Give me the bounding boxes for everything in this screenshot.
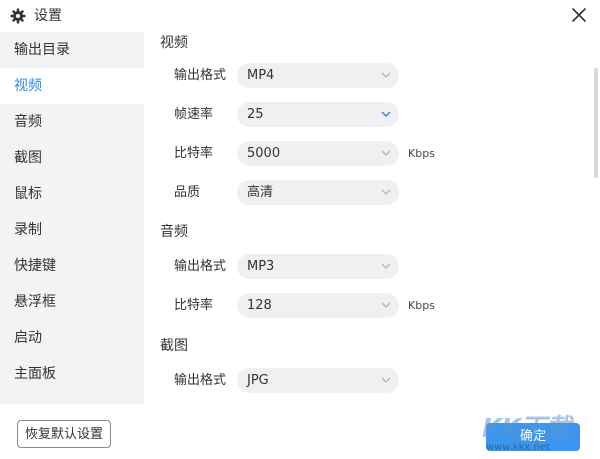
chevron-down-icon — [381, 72, 391, 78]
audio-bitrate-select[interactable]: 128 — [237, 293, 399, 318]
sidebar-item-startup[interactable]: 启动 — [0, 320, 144, 356]
audio-bitrate-value: 128 — [247, 298, 272, 313]
video-fps-value: 25 — [247, 107, 264, 122]
sidebar-item-floating-window[interactable]: 悬浮框 — [0, 284, 144, 320]
chevron-down-icon — [381, 150, 391, 156]
gear-icon — [10, 8, 26, 24]
chevron-down-icon — [381, 302, 391, 308]
video-quality-value: 高清 — [247, 185, 274, 200]
video-format-value: MP4 — [247, 68, 275, 83]
audio-bitrate-unit: Kbps — [408, 299, 435, 312]
close-button[interactable] — [568, 4, 590, 26]
content-scrollbar[interactable] — [594, 68, 598, 178]
settings-content: 视频 输出格式 MP4 帧速率 25 比特率 5000 Kbps 品质 高清 音… — [144, 32, 600, 404]
sidebar-item-audio[interactable]: 音频 — [0, 104, 144, 140]
reset-defaults-button[interactable]: 恢复默认设置 — [17, 420, 111, 448]
video-format-select[interactable]: MP4 — [237, 63, 399, 88]
close-icon — [572, 8, 586, 22]
video-bitrate-select[interactable]: 5000 — [237, 141, 399, 166]
section-title-screenshot: 截图 — [160, 338, 188, 354]
sidebar-item-video[interactable]: 视频 — [0, 68, 144, 104]
sidebar-item-output-dir[interactable]: 输出目录 — [0, 32, 144, 68]
video-bitrate-value: 5000 — [247, 146, 281, 161]
window-title: 设置 — [34, 8, 62, 24]
chevron-down-icon — [381, 189, 391, 195]
sidebar-item-hotkeys[interactable]: 快捷键 — [0, 248, 144, 284]
ok-button[interactable]: 确定 — [486, 423, 580, 451]
chevron-down-icon — [381, 263, 391, 269]
screenshot-format-value: JPG — [247, 373, 269, 388]
video-fps-label: 帧速率 — [174, 107, 214, 122]
dialog-footer: 恢复默认设置 确定 — [0, 404, 600, 459]
chevron-down-icon — [381, 377, 391, 383]
video-quality-label: 品质 — [174, 185, 201, 200]
screenshot-format-select[interactable]: JPG — [237, 368, 399, 393]
chevron-down-icon — [381, 111, 391, 118]
sidebar-item-record[interactable]: 录制 — [0, 212, 144, 248]
video-quality-select[interactable]: 高清 — [237, 180, 399, 205]
video-bitrate-unit: Kbps — [408, 147, 435, 160]
sidebar-item-mouse[interactable]: 鼠标 — [0, 176, 144, 212]
screenshot-format-label: 输出格式 — [174, 373, 227, 388]
settings-sidebar: 输出目录 视频 音频 截图 鼠标 录制 快捷键 悬浮框 启动 主面板 — [0, 32, 144, 404]
video-fps-select[interactable]: 25 — [237, 102, 399, 127]
section-title-audio: 音频 — [160, 224, 188, 240]
sidebar-item-screenshot[interactable]: 截图 — [0, 140, 144, 176]
audio-format-select[interactable]: MP3 — [237, 254, 399, 279]
video-format-label: 输出格式 — [174, 68, 227, 83]
video-bitrate-label: 比特率 — [174, 146, 214, 161]
audio-bitrate-label: 比特率 — [174, 298, 214, 313]
section-title-video: 视频 — [160, 35, 188, 51]
settings-window: 设置 输出目录 视频 音频 截图 鼠标 录制 快捷键 悬浮框 启动 主面板 视频… — [0, 0, 600, 459]
audio-format-value: MP3 — [247, 259, 275, 274]
title-bar: 设置 — [0, 0, 600, 32]
audio-format-label: 输出格式 — [174, 259, 227, 274]
sidebar-item-main-panel[interactable]: 主面板 — [0, 356, 144, 392]
